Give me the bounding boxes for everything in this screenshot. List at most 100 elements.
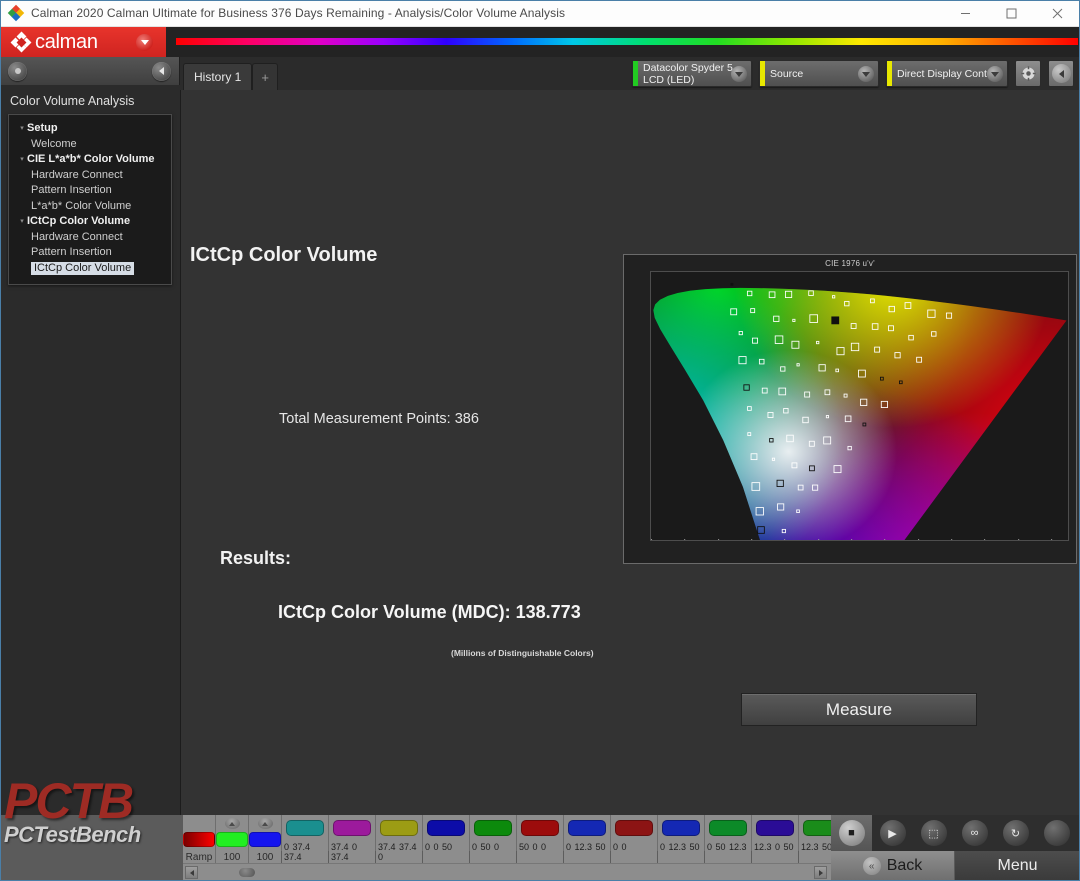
tree-item-hardware-connect-1[interactable]: Hardware Connect: [9, 168, 171, 184]
display-control-line1: Direct Display Control: [897, 67, 999, 80]
chart-title: CIE 1976 u'v': [825, 259, 875, 268]
tree-item-pattern-insertion-2[interactable]: Pattern Insertion: [9, 245, 171, 261]
tree-item-label: Welcome: [31, 137, 77, 150]
color-swatch[interactable]: [474, 820, 512, 836]
caret-up-icon[interactable]: [224, 818, 240, 829]
sidebar-title: Color Volume Analysis: [10, 94, 135, 108]
swatch-rgb-value: 12.3 0 50: [754, 842, 794, 852]
swatch-tick: [281, 851, 282, 863]
menu-button[interactable]: Menu: [955, 851, 1080, 881]
display-control-selector[interactable]: Direct Display Control: [886, 60, 1008, 87]
playback-controls: ■ ▶ ⬚ ∞ ↻ « Back Menu: [831, 815, 1080, 881]
pattern-swatch-2[interactable]: 37.4 37.4 0: [375, 815, 423, 863]
toolbar-right-group: Datacolor Spyder 5 LCD (LED) Source Dire…: [632, 60, 1074, 87]
color-swatch[interactable]: [615, 820, 653, 836]
pattern-swatch-1[interactable]: 37.4 0 37.4: [328, 815, 376, 863]
chevron-down-icon[interactable]: [987, 66, 1003, 82]
caret-down-icon[interactable]: [136, 34, 153, 51]
meter-selector-line2: LCD (LED): [643, 73, 695, 86]
minimize-button[interactable]: [942, 0, 988, 27]
chevron-down-icon[interactable]: [731, 66, 747, 82]
swatch-tick: [516, 851, 517, 863]
color-swatch[interactable]: [427, 820, 465, 836]
color-swatch[interactable]: [286, 820, 324, 836]
pattern-swatch-5[interactable]: 50 0 0: [516, 815, 564, 863]
panel-collapse-button[interactable]: [1048, 60, 1074, 87]
pattern-swatch-4[interactable]: 0 50 0: [469, 815, 517, 863]
color-swatch[interactable]: [709, 820, 747, 836]
pattern-swatch-7[interactable]: 0 0: [610, 815, 658, 863]
swatch-tick: [657, 851, 658, 863]
stop-button[interactable]: ■: [831, 815, 872, 851]
swatch-rgb-value: 0 0: [613, 842, 627, 852]
triangle-expand-icon: ▾: [20, 218, 24, 225]
meter-selector[interactable]: Datacolor Spyder 5 LCD (LED): [632, 60, 752, 87]
color-swatch[interactable]: [249, 832, 281, 847]
scrollbar-thumb[interactable]: [239, 868, 255, 877]
back-button[interactable]: « Back: [831, 851, 955, 881]
pattern-swatch-8[interactable]: 0 12.3 50: [657, 815, 705, 863]
tree-item-label: CIE L*a*b* Color Volume: [27, 153, 155, 165]
dot-icon[interactable]: [8, 61, 27, 81]
tab-history-1[interactable]: History 1: [183, 63, 253, 90]
continuous-button[interactable]: ∞: [954, 815, 995, 851]
caret-up-icon[interactable]: [257, 818, 273, 829]
total-measurement-points: Total Measurement Points: 386: [279, 411, 479, 427]
swatch-tick: [422, 851, 423, 863]
color-swatch[interactable]: [216, 832, 248, 847]
tree-item-label: Pattern Insertion: [31, 246, 112, 258]
power-button[interactable]: [1036, 815, 1077, 851]
tree-item-welcome[interactable]: Welcome: [9, 137, 171, 153]
chevron-down-icon[interactable]: [858, 66, 874, 82]
window-titlebar: Calman 2020 Calman Ultimate for Business…: [0, 0, 1080, 27]
brand-name: calman: [35, 30, 98, 53]
calman-logo-block[interactable]: calman: [0, 27, 166, 57]
patch-blue-level[interactable]: 100: [249, 815, 282, 863]
results-heading: Results:: [220, 548, 292, 568]
chevron-right-icon[interactable]: [814, 866, 827, 879]
tree-item-cie-lab-color-volume[interactable]: ▾ CIE L*a*b* Color Volume: [9, 152, 171, 168]
measure-icon: ⬚: [920, 820, 947, 846]
play-icon: ▶: [879, 820, 906, 846]
tree-item-setup[interactable]: ▾ Setup: [9, 121, 171, 137]
double-chevron-left-icon: «: [862, 857, 881, 875]
pattern-swatch-6[interactable]: 0 12.3 50: [563, 815, 611, 863]
color-swatch[interactable]: [380, 820, 418, 836]
maximize-button[interactable]: [988, 0, 1034, 27]
tree-item-hardware-connect-2[interactable]: Hardware Connect: [9, 230, 171, 246]
nav-button-row: « Back Menu: [831, 851, 1080, 881]
color-swatch[interactable]: [333, 820, 371, 836]
swatch-rgb-value: 0 50 0: [472, 842, 500, 852]
pattern-swatch-3[interactable]: 0 0 50: [422, 815, 470, 863]
app-body: Color Volume Analysis ▾ Setup Welcome ▾ …: [0, 90, 1080, 815]
color-swatch[interactable]: [756, 820, 794, 836]
tree-item-lab-color-volume[interactable]: L*a*b* Color Volume: [9, 199, 171, 215]
swatch-tick: [328, 851, 329, 863]
bottom-left-filler: [0, 815, 183, 881]
source-selector[interactable]: Source: [759, 60, 879, 87]
color-swatch[interactable]: [521, 820, 559, 836]
color-swatch[interactable]: [662, 820, 700, 836]
mdc-result-value: ICtCp Color Volume (MDC): 138.773: [278, 602, 581, 622]
pattern-swatch-9[interactable]: 0 50 12.3: [704, 815, 752, 863]
close-button[interactable]: [1034, 0, 1080, 27]
patch-scrollbar[interactable]: [183, 863, 831, 881]
sidebar-collapse-button[interactable]: [152, 61, 171, 81]
pattern-swatch-10[interactable]: 12.3 0 50: [751, 815, 799, 863]
measure-button[interactable]: Measure: [741, 693, 977, 726]
pattern-swatch-0[interactable]: 0 37.4 37.4: [281, 815, 329, 863]
chevron-left-icon[interactable]: [185, 866, 198, 879]
measure-once-button[interactable]: ⬚: [913, 815, 954, 851]
tree-item-pattern-insertion-1[interactable]: Pattern Insertion: [9, 183, 171, 199]
tree-item-ictcp-color-volume-group[interactable]: ▾ ICtCp Color Volume: [9, 214, 171, 230]
color-swatch[interactable]: [183, 832, 215, 847]
tree-item-ictcp-color-volume-selected[interactable]: ICtCp Color Volume: [9, 261, 171, 277]
color-swatch[interactable]: [568, 820, 606, 836]
play-button[interactable]: ▶: [872, 815, 913, 851]
add-tab-button[interactable]: +: [252, 63, 278, 90]
swatch-rgb-value: 0 0 50: [425, 842, 453, 852]
refresh-button[interactable]: ↻: [995, 815, 1036, 851]
infinity-icon: ∞: [961, 820, 988, 846]
patch-green-level[interactable]: 100: [216, 815, 249, 863]
patch-ramp[interactable]: Ramp: [183, 815, 216, 863]
